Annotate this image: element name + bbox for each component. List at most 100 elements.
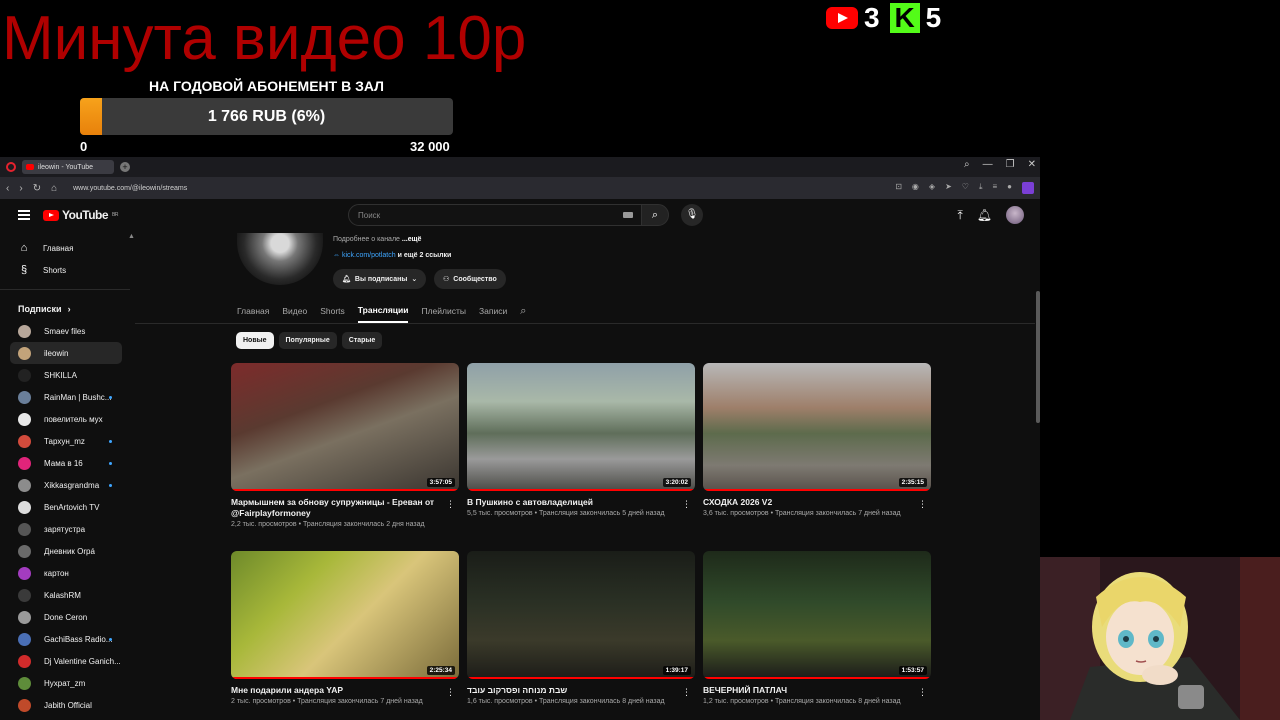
channel-links[interactable]: ⇔ kick.com/potlatch и ещё 2 ссылки — [333, 252, 451, 259]
sidebar-item-shorts[interactable]: § Shorts — [0, 259, 130, 281]
tab-search-icon[interactable]: ⌕ — [964, 159, 970, 170]
forward-icon[interactable]: › — [19, 183, 22, 194]
reload-icon[interactable]: ↻ — [33, 183, 41, 194]
divider — [135, 323, 1035, 324]
viewer-counts: 3 K 5 — [826, 2, 941, 34]
back-icon[interactable]: ‹ — [6, 183, 9, 194]
tab-streams[interactable]: Трансляции — [357, 299, 409, 323]
video-card[interactable]: 1:53:57 ВЕЧЕРНИЙ ПАТЛАЧ 1,2 тыс. просмотро… — [703, 551, 931, 705]
video-card[interactable]: 1:39:17 שבת מנוחה ופסרקוב עובד 1,6 тыс. пр… — [467, 551, 695, 705]
opera-logo-icon[interactable] — [6, 162, 16, 172]
sidebar-item-subscription[interactable]: зарятустра — [0, 518, 130, 540]
watched-progress-bar — [703, 489, 931, 491]
more-options-icon[interactable]: ⋮ — [918, 687, 927, 698]
keyboard-icon[interactable] — [623, 212, 633, 218]
sidebar-item-subscription[interactable]: Нухрат_zm — [0, 672, 130, 694]
profile-icon[interactable]: ● — [1007, 182, 1012, 194]
video-thumbnail[interactable]: 3:20:02 — [467, 363, 695, 491]
more-options-icon[interactable]: ⋮ — [446, 687, 455, 698]
install-icon[interactable]: ⊡ — [895, 182, 902, 194]
tab-posts[interactable]: Записи — [479, 299, 507, 323]
video-thumbnail[interactable]: 2:25:34 — [231, 551, 459, 679]
subscribed-button[interactable]: 🔔︎ Вы подписаны ⌄ — [333, 269, 427, 289]
new-tab-icon[interactable]: + — [120, 162, 130, 172]
download-icon[interactable]: ⤓ — [979, 182, 983, 194]
minimize-icon[interactable]: — — [983, 159, 993, 170]
video-thumbnail[interactable]: 3:57:05 — [231, 363, 459, 491]
sidebar-scroll-up-icon[interactable]: ▲ — [128, 233, 135, 240]
sidebar-item-subscription[interactable]: картон — [0, 562, 130, 584]
camera-icon[interactable]: ◉ — [912, 182, 919, 194]
chip-newest[interactable]: Новые — [236, 332, 274, 349]
sidebar-item-subscription[interactable]: KalashRM — [0, 584, 130, 606]
sidebar-item-subscription[interactable]: Jabith Official — [0, 694, 130, 716]
video-thumbnail[interactable]: 1:53:57 — [703, 551, 931, 679]
video-title[interactable]: Мне подарили андера YAP — [231, 685, 459, 696]
video-title[interactable]: ВЕЧЕРНИЙ ПАТЛАЧ — [703, 685, 931, 696]
search-button[interactable]: ⌕ — [641, 204, 669, 226]
video-card[interactable]: 2:25:34 Мне подарили андера YAP 2 тыс. про… — [231, 551, 459, 705]
sidebar-item-subscription[interactable]: SHKILLA — [0, 364, 130, 386]
chip-oldest[interactable]: Старые — [341, 332, 383, 349]
menu-icon[interactable]: ≡ — [992, 182, 997, 194]
sidebar-item-subscription[interactable]: RainMan | Bushc... — [0, 386, 130, 408]
video-title[interactable]: שבת מנוחה ופסרקוב עובד — [467, 685, 695, 696]
sidebar-item-subscription[interactable]: Xikkasgrandma — [0, 474, 130, 496]
page-scrollbar[interactable] — [1036, 291, 1040, 423]
sidebar-item-subscription[interactable]: ileowin — [10, 342, 122, 364]
tab-videos[interactable]: Видео — [282, 299, 307, 323]
tab-home[interactable]: Главная — [237, 299, 269, 323]
sidebar-item-subscription[interactable]: повелитель мух — [0, 408, 130, 430]
hamburger-menu-icon[interactable] — [18, 210, 30, 220]
heart-icon[interactable]: ♡ — [962, 182, 969, 194]
sidebar-item-subscription[interactable]: Мама в 16 — [0, 452, 130, 474]
avatar[interactable] — [1006, 206, 1024, 224]
sidebar-item-subscription[interactable]: GachiBass Radio... — [0, 628, 130, 650]
watched-progress-bar — [231, 677, 459, 679]
video-title[interactable]: СХОДКА 2026 V2 — [703, 497, 931, 508]
chip-popular[interactable]: Популярные — [278, 332, 337, 349]
more-options-icon[interactable]: ⋮ — [918, 499, 927, 510]
more-links[interactable]: и ещё 2 ссылки — [398, 252, 452, 259]
extension-icon[interactable] — [1022, 182, 1034, 194]
close-icon[interactable]: ✕ — [1028, 159, 1036, 170]
sidebar-item-subscription[interactable]: BenArtovich TV — [0, 496, 130, 518]
channel-avatar[interactable] — [237, 233, 323, 285]
channel-about[interactable]: Подробнее о канале ...ещё — [333, 236, 421, 243]
tab-shorts[interactable]: Shorts — [320, 299, 345, 323]
tab-playlists[interactable]: Плейлисты — [421, 299, 466, 323]
sidebar-item-subscription[interactable]: Тархун_mz — [0, 430, 130, 452]
url-field[interactable]: www.youtube.com/@ileowin/streams — [73, 185, 187, 192]
community-button[interactable]: ⚇ Сообщество — [434, 269, 506, 289]
window-controls: ⌕ — ❐ ✕ — [964, 159, 1036, 170]
video-thumbnail[interactable]: 2:35:15 — [703, 363, 931, 491]
home-nav-icon[interactable]: ⌂ — [51, 183, 57, 194]
shield-icon[interactable]: ◈ — [929, 182, 935, 194]
send-icon[interactable]: ➤ — [945, 182, 952, 194]
sidebar-item-subscription[interactable]: JustMyFavStrange... — [0, 716, 130, 720]
more-options-icon[interactable]: ⋮ — [446, 499, 455, 510]
voice-search-button[interactable]: 🎙︎ — [681, 204, 703, 226]
video-card[interactable]: 3:57:05 Мармышнем за обнову супружницы - … — [231, 363, 459, 528]
maximize-icon[interactable]: ❐ — [1006, 159, 1015, 170]
more-options-icon[interactable]: ⋮ — [682, 687, 691, 698]
channel-search-icon[interactable]: ⌕ — [520, 299, 526, 323]
sidebar-item-subscription[interactable]: Дневник Orpá — [0, 540, 130, 562]
browser-tab[interactable]: ileowin - YouTube — [22, 160, 114, 174]
subscriptions-header[interactable]: Подписки › — [0, 298, 130, 320]
sidebar-item-subscription[interactable]: Dj Valentine Ganich... — [0, 650, 130, 672]
video-card[interactable]: 3:20:02 В Пушкино с автовладелицей 5,5 тыс… — [467, 363, 695, 517]
upload-icon[interactable]: ⤒ — [957, 208, 962, 223]
youtube-logo[interactable]: YouTube BR — [43, 208, 118, 222]
sidebar-item-subscription[interactable]: Done Ceron — [0, 606, 130, 628]
video-title[interactable]: В Пушкино с автовладелицей — [467, 497, 695, 508]
bell-icon[interactable]: 🔔︎ — [977, 208, 992, 222]
sidebar-item-home[interactable]: ⌂ Главная — [0, 237, 130, 259]
video-thumbnail[interactable]: 1:39:17 — [467, 551, 695, 679]
video-title[interactable]: Мармышнем за обнову супружницы - Ереван … — [231, 497, 459, 519]
more-options-icon[interactable]: ⋮ — [682, 499, 691, 510]
search-input[interactable]: Поиск — [348, 204, 642, 226]
sidebar-item-subscription[interactable]: Smaev files — [0, 320, 130, 342]
video-card[interactable]: 2:35:15 СХОДКА 2026 V2 3,6 тыс. просмотров… — [703, 363, 931, 517]
channel-link[interactable]: kick.com/potlatch — [342, 252, 396, 259]
